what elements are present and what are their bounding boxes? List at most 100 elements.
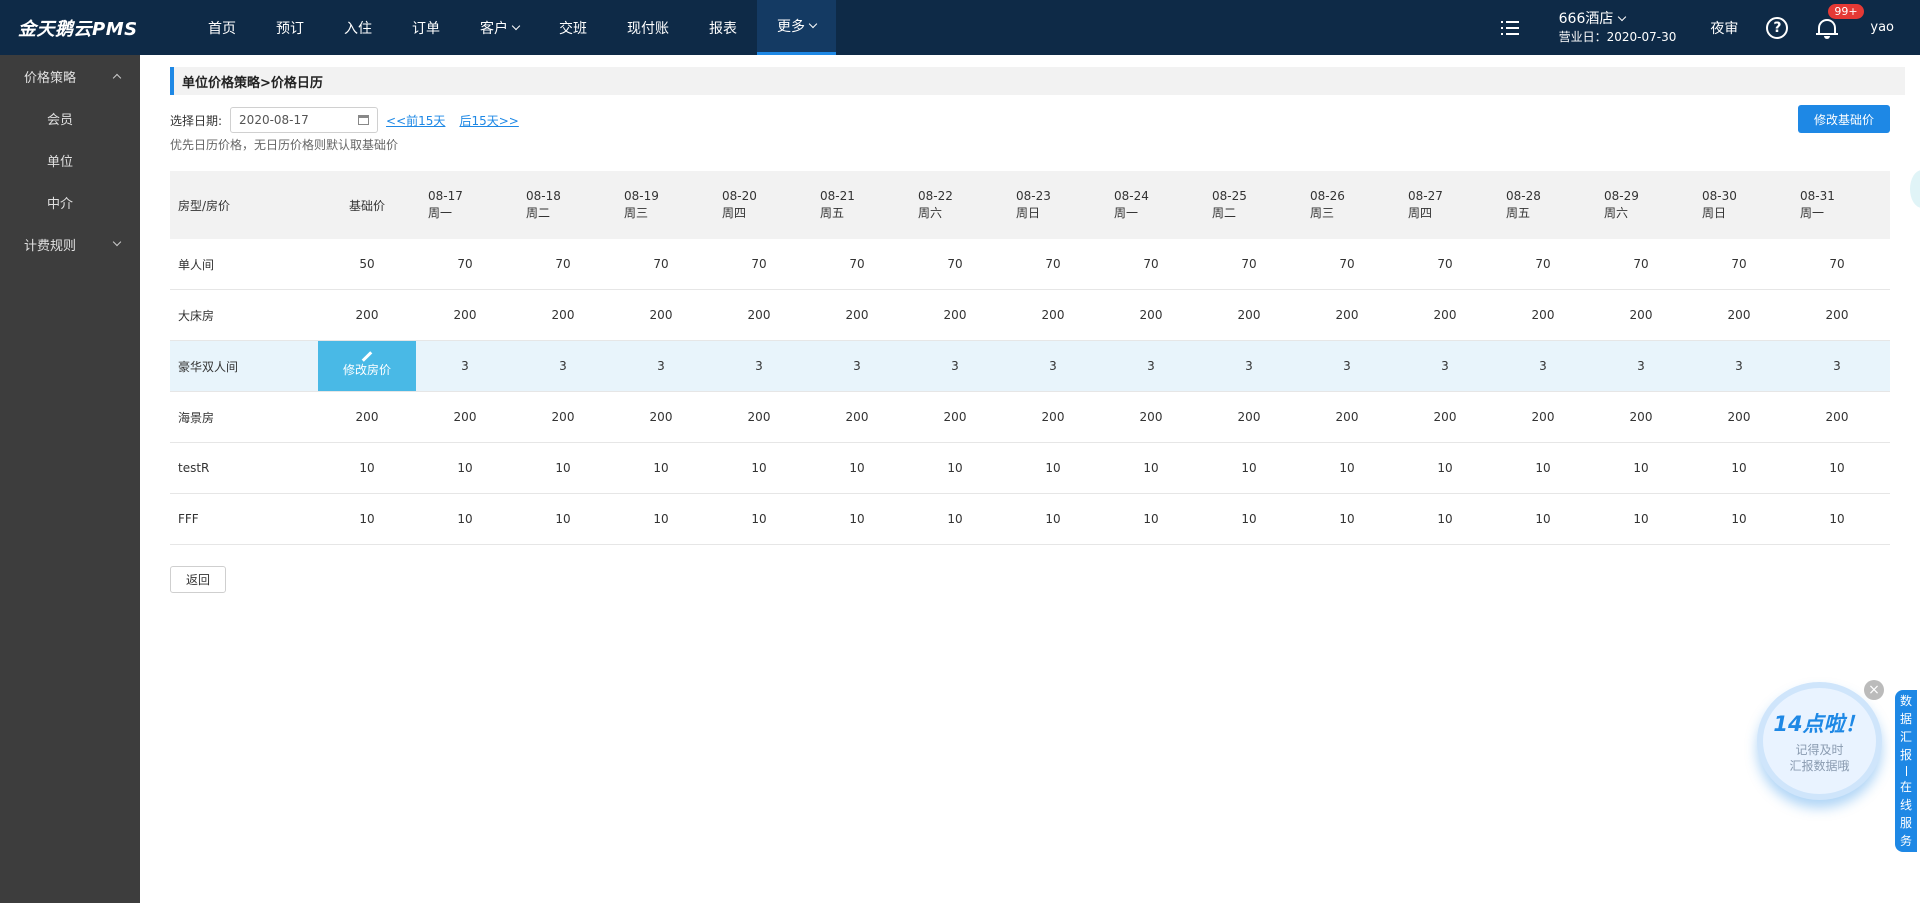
night-audit-button[interactable]: 夜审 [1710, 18, 1738, 38]
price-cell[interactable]: 200 [612, 410, 710, 424]
nav-item[interactable]: 预订 [256, 0, 324, 55]
price-cell[interactable]: 200 [1200, 308, 1298, 322]
price-cell[interactable]: 200 [1396, 410, 1494, 424]
price-cell[interactable]: 70 [1494, 257, 1592, 271]
price-cell[interactable]: 3 [1396, 359, 1494, 373]
price-cell[interactable]: 200 [1396, 308, 1494, 322]
price-cell[interactable]: 70 [1396, 257, 1494, 271]
price-cell[interactable]: 200 [1200, 410, 1298, 424]
price-cell[interactable]: 3 [1690, 359, 1788, 373]
price-cell[interactable]: 70 [514, 257, 612, 271]
price-cell[interactable]: 70 [416, 257, 514, 271]
price-cell[interactable]: 3 [1494, 359, 1592, 373]
promo-bubble[interactable]: 14点啦！ 记得及时 汇报数据哦 [1757, 682, 1882, 800]
price-cell[interactable]: 200 [1298, 308, 1396, 322]
price-cell[interactable]: 10 [416, 461, 514, 475]
price-cell[interactable]: 10 [1298, 512, 1396, 526]
price-cell[interactable]: 70 [710, 257, 808, 271]
price-cell[interactable]: 10 [1200, 512, 1298, 526]
price-cell[interactable]: 10 [612, 512, 710, 526]
price-cell[interactable]: 200 [1494, 410, 1592, 424]
price-cell[interactable]: 3 [710, 359, 808, 373]
price-cell[interactable]: 70 [612, 257, 710, 271]
sidebar-item-agent[interactable]: 中介 [0, 181, 140, 223]
price-cell[interactable]: 10 [1788, 461, 1886, 475]
price-cell[interactable]: 3 [1102, 359, 1200, 373]
price-cell[interactable]: 200 [808, 410, 906, 424]
price-cell[interactable]: 10 [1200, 461, 1298, 475]
nav-item[interactable]: 现付账 [607, 0, 689, 55]
price-cell[interactable]: 200 [1494, 308, 1592, 322]
price-cell[interactable]: 70 [906, 257, 1004, 271]
price-cell[interactable]: 70 [808, 257, 906, 271]
price-cell[interactable]: 200 [710, 308, 808, 322]
price-cell[interactable]: 200 [1298, 410, 1396, 424]
sidebar-group-price-strategy[interactable]: 价格策略 [0, 55, 140, 97]
price-cell[interactable]: 10 [1004, 512, 1102, 526]
price-cell[interactable]: 70 [1592, 257, 1690, 271]
price-cell[interactable]: 3 [1004, 359, 1102, 373]
price-cell[interactable]: 10 [1494, 512, 1592, 526]
price-cell[interactable]: 3 [1298, 359, 1396, 373]
nav-item[interactable]: 客户 [460, 0, 539, 55]
price-cell[interactable]: 10 [906, 512, 1004, 526]
price-cell[interactable]: 3 [1592, 359, 1690, 373]
help-icon[interactable]: ? [1766, 16, 1789, 39]
price-cell[interactable]: 200 [514, 308, 612, 322]
price-cell[interactable]: 200 [416, 308, 514, 322]
modify-base-price-button[interactable]: 修改基础价 [1798, 105, 1890, 133]
price-cell[interactable]: 200 [808, 308, 906, 322]
price-cell[interactable]: 10 [514, 461, 612, 475]
user-name[interactable]: yao [1870, 20, 1894, 35]
price-cell[interactable]: 200 [1102, 410, 1200, 424]
list-icon[interactable] [1500, 20, 1519, 35]
price-cell[interactable]: 10 [1690, 461, 1788, 475]
price-cell[interactable]: 10 [1298, 461, 1396, 475]
price-cell[interactable]: 200 [1690, 410, 1788, 424]
nav-item[interactable]: 更多 [757, 0, 836, 55]
base-price-cell[interactable]: 200 [318, 392, 416, 442]
price-cell[interactable]: 10 [1592, 461, 1690, 475]
price-cell[interactable]: 10 [808, 461, 906, 475]
price-cell[interactable]: 200 [1592, 410, 1690, 424]
price-cell[interactable]: 200 [1788, 410, 1886, 424]
price-cell[interactable]: 70 [1690, 257, 1788, 271]
price-cell[interactable]: 10 [1592, 512, 1690, 526]
price-cell[interactable]: 200 [1690, 308, 1788, 322]
price-cell[interactable]: 10 [514, 512, 612, 526]
price-cell[interactable]: 200 [1004, 410, 1102, 424]
price-cell[interactable]: 10 [710, 461, 808, 475]
price-cell[interactable]: 10 [1004, 461, 1102, 475]
app-logo[interactable]: 金天鹅云PMS [0, 15, 140, 41]
base-price-cell[interactable]: 10 [318, 443, 416, 493]
price-cell[interactable]: 3 [1200, 359, 1298, 373]
price-cell[interactable]: 3 [612, 359, 710, 373]
price-cell[interactable]: 10 [1690, 512, 1788, 526]
price-cell[interactable]: 200 [612, 308, 710, 322]
nav-item[interactable]: 交班 [539, 0, 607, 55]
nav-item[interactable]: 首页 [188, 0, 256, 55]
price-cell[interactable]: 3 [416, 359, 514, 373]
price-cell[interactable]: 70 [1788, 257, 1886, 271]
price-cell[interactable]: 10 [808, 512, 906, 526]
price-cell[interactable]: 10 [612, 461, 710, 475]
price-cell[interactable]: 200 [514, 410, 612, 424]
price-cell[interactable]: 3 [514, 359, 612, 373]
nav-item[interactable]: 入住 [324, 0, 392, 55]
price-cell[interactable]: 3 [808, 359, 906, 373]
price-cell[interactable]: 200 [906, 410, 1004, 424]
price-cell[interactable]: 70 [1102, 257, 1200, 271]
price-cell[interactable]: 10 [1494, 461, 1592, 475]
prev-15-days-link[interactable]: <<前15天 [386, 112, 445, 129]
nav-item[interactable]: 报表 [689, 0, 757, 55]
price-cell[interactable]: 10 [906, 461, 1004, 475]
price-cell[interactable]: 200 [1592, 308, 1690, 322]
back-button[interactable]: 返回 [170, 566, 226, 593]
price-cell[interactable]: 10 [416, 512, 514, 526]
price-cell[interactable]: 70 [1004, 257, 1102, 271]
price-cell[interactable]: 10 [1102, 461, 1200, 475]
price-cell[interactable]: 70 [1298, 257, 1396, 271]
price-cell[interactable]: 200 [1102, 308, 1200, 322]
sidebar-item-member[interactable]: 会员 [0, 97, 140, 139]
price-cell[interactable]: 3 [1788, 359, 1886, 373]
